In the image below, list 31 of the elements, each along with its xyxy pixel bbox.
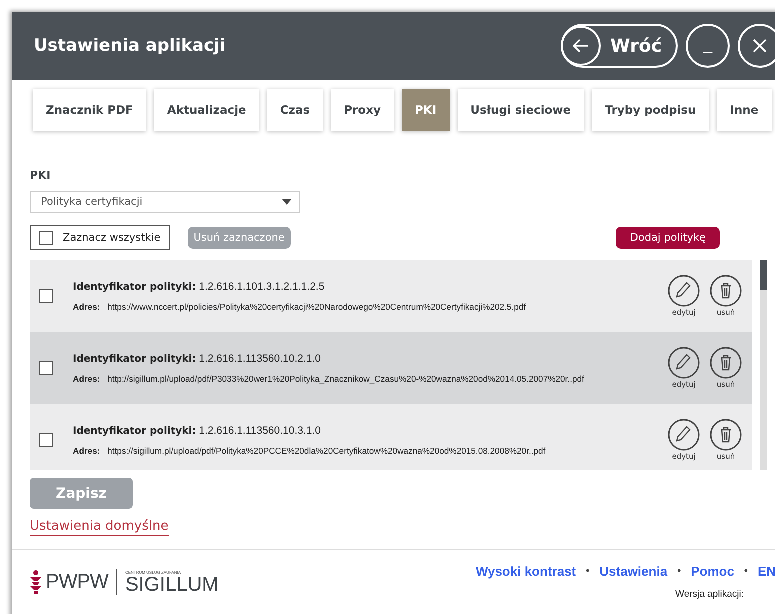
separator-dot: • [586,566,590,577]
policy-address: Adres: http://sigillum.pl/upload/pdf/P3033%20wer1%20Polityka_Znacznikow_Czasu%20-%20wazna%20od%2014.05.2007%20r..pdf [73,374,586,384]
policy-dropdown[interactable]: Polityka certyfikacji [30,191,300,213]
minimize-button[interactable]: _ [686,24,730,68]
tab[interactable]: Inne [717,89,772,131]
add-policy-button[interactable]: Dodaj politykę [616,226,720,248]
back-button[interactable]: Wróć [560,24,678,68]
tab[interactable]: Czas [267,89,324,131]
section-label: PKI [30,169,52,182]
tab[interactable]: Tryby podpisu [592,89,710,131]
logo-brand: PWPW [46,570,108,594]
footer-link[interactable]: Wysoki kontrast [476,564,576,579]
footer-link[interactable]: Pomoc [691,564,734,579]
window-title: Ustawienia aplikacji [34,36,227,56]
logo-product: SIGILLUM [125,574,219,594]
footer-link[interactable]: EN [758,564,775,579]
policy-id: Identyfikator polityki: 1.2.616.1.113560.10.3.1.0 [73,424,322,436]
policy-id: Identyfikator polityki: 1.2.616.1.101.3.1.2.1.1.2.5 [73,280,326,292]
tab[interactable]: Znacznik PDF [33,89,146,131]
tab[interactable]: Usługi sieciowe [458,89,584,131]
version-label: Wersja aplikacji: [676,589,744,600]
footer-link[interactable]: Ustawienia [600,564,668,579]
policy-id: Identyfikator polityki: 1.2.616.1.113560.10.2.1.0 [73,352,322,364]
tab[interactable]: Proxy [331,89,394,131]
tab[interactable]: Aktualizacje [154,89,260,131]
select-all-checkbox[interactable]: Zaznacz wszystkie [30,225,170,250]
separator-dot: • [678,566,682,577]
policy-address: Adres: https://www.nccert.pl/policies/Polityka%20certyfikacji%20Narodowego%20Centrum%20Certyfikacji%202.5.pdf [73,302,528,312]
separator-dot: • [744,566,748,577]
policy-address: Adres: https://sigillum.pl/upload/pdf/Polityka%20PCCE%20dla%20Certyfikatow%20wazna%20od%2015.08.2008%20r..pdf [73,446,547,456]
defaults-link[interactable]: Ustawienia domyślne [30,519,169,536]
